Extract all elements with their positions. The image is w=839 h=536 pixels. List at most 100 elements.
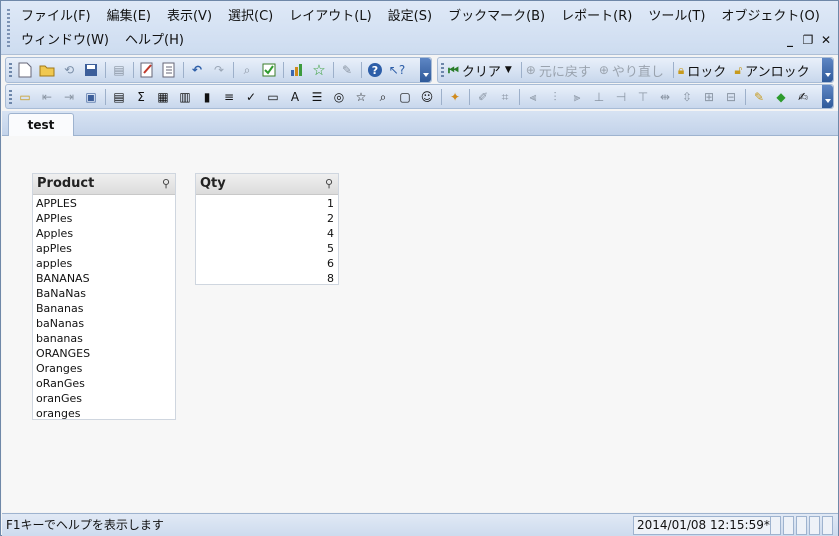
help-icon[interactable]: ?: [366, 61, 384, 79]
chart-wizard-icon[interactable]: [288, 61, 306, 79]
toolbar-grip[interactable]: [441, 63, 444, 78]
align-left-icon[interactable]: ⫷: [524, 88, 542, 106]
open-folder-icon[interactable]: [38, 61, 56, 79]
menu-tools[interactable]: ツール(T): [648, 7, 713, 27]
menu-layout[interactable]: レイアウト(L): [289, 7, 379, 27]
list-item[interactable]: 8: [196, 271, 338, 286]
menu-edit[interactable]: 編集(E): [107, 7, 159, 27]
menu-bookmarks[interactable]: ブックマーク(B): [448, 7, 553, 27]
align-bottom-icon[interactable]: ⊥: [590, 88, 608, 106]
toolbar-grip[interactable]: [9, 63, 12, 78]
new-document-icon[interactable]: [16, 61, 34, 79]
list-item[interactable]: APPLES: [33, 196, 175, 211]
slider-object-icon[interactable]: ◎: [330, 88, 348, 106]
container-object-icon[interactable]: ▢: [396, 88, 414, 106]
list-item[interactable]: 4: [196, 226, 338, 241]
space-vertical-icon[interactable]: ⇳: [678, 88, 696, 106]
menu-file[interactable]: ファイル(F): [21, 7, 99, 27]
checkbox-select-icon[interactable]: [260, 61, 278, 79]
list-item[interactable]: BANANAS: [33, 271, 175, 286]
back-button[interactable]: ⊕ 元に戻す: [526, 61, 591, 80]
search-icon[interactable]: ⌕: [238, 61, 256, 79]
print-icon[interactable]: ▤: [110, 61, 128, 79]
align-middle-icon[interactable]: ⊣: [612, 88, 630, 106]
list-item[interactable]: 2: [196, 211, 338, 226]
theme-maker-icon[interactable]: ◆: [772, 88, 790, 106]
toolbar-grip[interactable]: [9, 90, 12, 105]
reload-data-icon[interactable]: [160, 61, 178, 79]
menubar-grip[interactable]: [7, 9, 10, 47]
menu-select[interactable]: 選択(C): [228, 7, 281, 27]
chevron-down-icon[interactable]: ▼: [505, 65, 512, 75]
listbox-caption[interactable]: Qty ⚲: [196, 174, 338, 195]
toolbar-overflow-button[interactable]: [822, 85, 833, 108]
custom-object-icon[interactable]: ☺: [418, 88, 436, 106]
align-right-icon[interactable]: ⫸: [568, 88, 586, 106]
button-object-icon[interactable]: ▭: [264, 88, 282, 106]
promote-sheet-icon[interactable]: ⇤: [38, 88, 56, 106]
align-center-icon[interactable]: ⫶: [546, 88, 564, 106]
product-listbox[interactable]: Product ⚲ APPLES APPles Apples apPles ap…: [32, 173, 176, 420]
list-item[interactable]: bananas: [33, 331, 175, 346]
clear-button[interactable]: ⏮ クリア ▼: [448, 61, 512, 80]
menu-window[interactable]: ウィンドウ(W): [21, 31, 117, 51]
listbox-icon[interactable]: ▤: [110, 88, 128, 106]
list-item[interactable]: Apples: [33, 226, 175, 241]
sheet-properties-icon[interactable]: ▣: [82, 88, 100, 106]
edit-expression-icon[interactable]: ✍: [794, 88, 812, 106]
menu-help[interactable]: ヘルプ(H): [125, 31, 192, 51]
list-item[interactable]: 5: [196, 241, 338, 256]
forward-button[interactable]: ⊕ やり直し: [599, 61, 664, 80]
format-painter-icon[interactable]: ✐: [474, 88, 492, 106]
chart-properties-icon[interactable]: ✦: [446, 88, 464, 106]
toolbar-overflow-button[interactable]: [420, 58, 431, 82]
edit-script-icon[interactable]: [138, 61, 156, 79]
toolbar-overflow-button[interactable]: [822, 58, 833, 82]
same-height-icon[interactable]: ⊟: [722, 88, 740, 106]
search-icon[interactable]: ⚲: [325, 177, 333, 190]
search-icon[interactable]: ⚲: [162, 177, 170, 190]
list-item[interactable]: 6: [196, 256, 338, 271]
new-sheet-icon[interactable]: ▭: [16, 88, 34, 106]
menu-reports[interactable]: レポート(R): [561, 7, 640, 27]
multi-box-icon[interactable]: ▥: [176, 88, 194, 106]
line-arrow-object-icon[interactable]: ☰: [308, 88, 326, 106]
context-help-icon[interactable]: ↖?: [388, 61, 406, 79]
qty-listbox[interactable]: Qty ⚲ 1 2 4 5 6 8: [195, 173, 339, 285]
list-item[interactable]: apples: [33, 256, 175, 271]
save-icon[interactable]: [82, 61, 100, 79]
bookmark-object-icon[interactable]: ☆: [352, 88, 370, 106]
listbox-caption[interactable]: Product ⚲: [33, 174, 175, 195]
crop-icon[interactable]: ⌗: [496, 88, 514, 106]
close-icon[interactable]: ✕: [820, 31, 832, 49]
chart-icon[interactable]: ▮: [198, 88, 216, 106]
list-item[interactable]: oranGes: [33, 391, 175, 406]
list-item[interactable]: ORANGES: [33, 346, 175, 361]
list-item[interactable]: BaNaNas: [33, 286, 175, 301]
list-item[interactable]: 1: [196, 196, 338, 211]
edit-properties-icon[interactable]: ✎: [338, 61, 356, 79]
tab-test[interactable]: test: [8, 113, 74, 137]
statistics-box-icon[interactable]: Σ: [132, 88, 150, 106]
search-object-icon[interactable]: ⌕: [374, 88, 392, 106]
menu-object[interactable]: オブジェクト(O): [721, 7, 827, 27]
unlock-button[interactable]: 🔓︎ アンロック: [734, 61, 809, 80]
current-selections-icon[interactable]: ✓: [242, 88, 260, 106]
list-item[interactable]: oranges: [33, 406, 175, 421]
undo-icon[interactable]: ↶: [188, 61, 206, 79]
list-item[interactable]: apPles: [33, 241, 175, 256]
list-item[interactable]: Oranges: [33, 361, 175, 376]
list-item[interactable]: baNanas: [33, 316, 175, 331]
lock-button[interactable]: 🔒︎ ロック: [678, 61, 726, 80]
demote-sheet-icon[interactable]: ⇥: [60, 88, 78, 106]
same-size-icon[interactable]: ⊞: [700, 88, 718, 106]
minimize-icon[interactable]: _: [784, 31, 796, 49]
edit-module-icon[interactable]: ✎: [750, 88, 768, 106]
text-object-icon[interactable]: A: [286, 88, 304, 106]
menu-settings[interactable]: 設定(S): [388, 7, 440, 27]
menu-view[interactable]: 表示(V): [167, 7, 220, 27]
list-item[interactable]: oRanGes: [33, 376, 175, 391]
align-top-icon[interactable]: ⊤: [634, 88, 652, 106]
restore-icon[interactable]: ❐: [802, 31, 814, 49]
table-box-icon[interactable]: ▦: [154, 88, 172, 106]
